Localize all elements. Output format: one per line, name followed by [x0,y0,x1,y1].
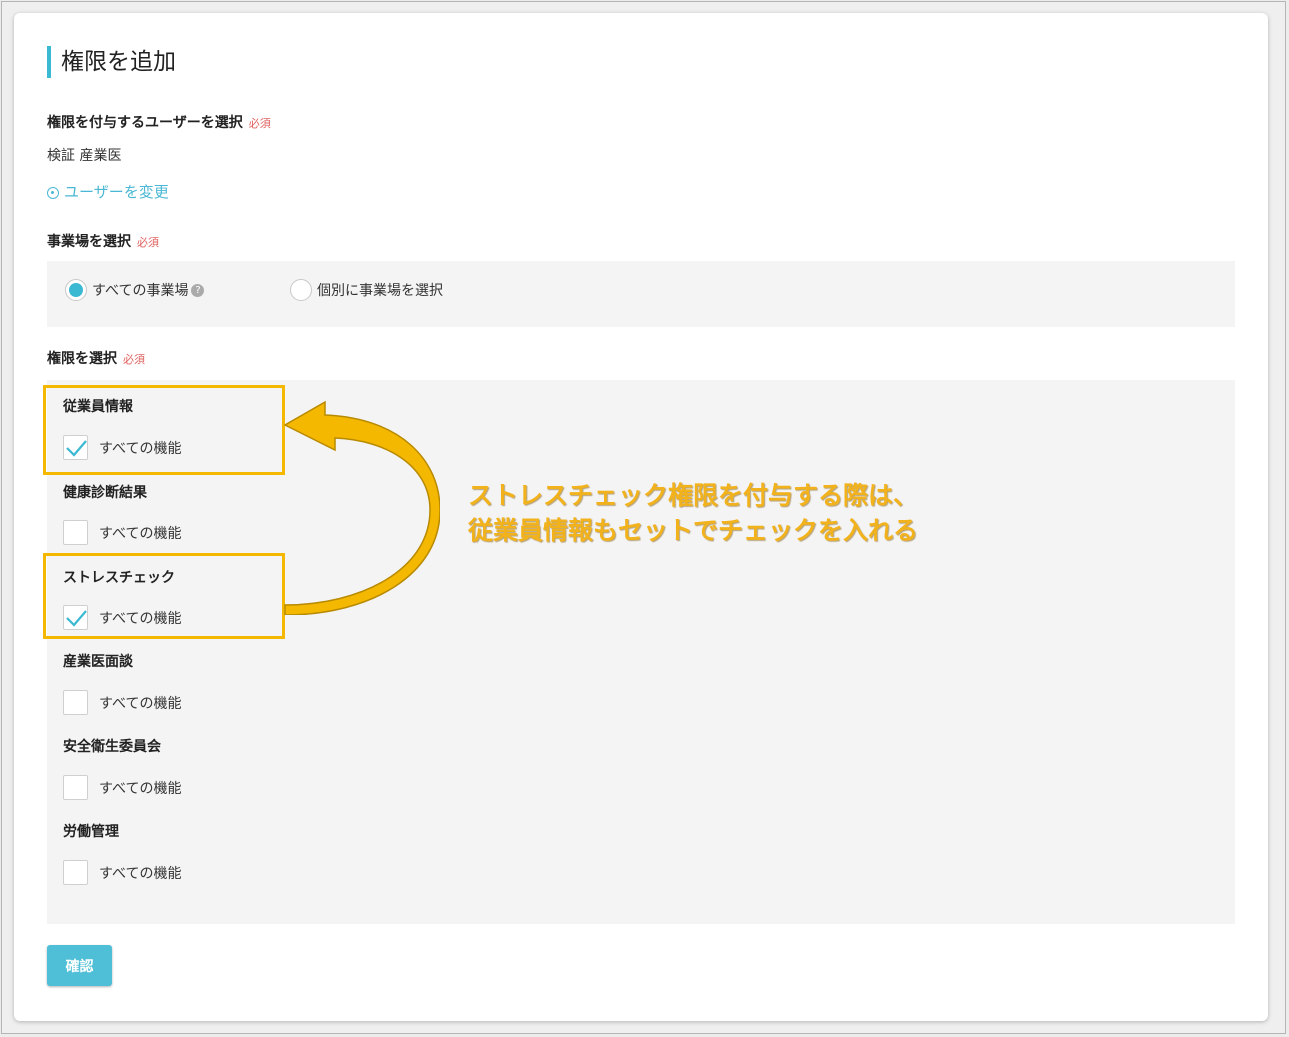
annotation-line-2: 従業員情報もセットでチェックを入れる [468,516,919,545]
required-badge: 必須 [248,117,271,130]
highlight-box-stress-check [43,553,285,639]
checkbox-empty-icon [63,520,88,545]
required-badge: 必須 [137,236,159,249]
checkbox-safety-committee[interactable]: すべての機能 [63,775,181,800]
page-title: 権限を追加 [47,46,176,78]
checkbox-labor-management[interactable]: すべての機能 [63,860,181,885]
annotation-line-1: ストレスチェック権限を付与する際は、 [468,481,919,510]
checkbox-health-checkup[interactable]: すべての機能 [63,520,181,545]
change-user-link[interactable]: ユーザーを変更 [47,181,169,202]
user-section-label: 権限を付与するユーザーを選択 必須 [47,112,271,132]
checkbox-empty-icon [63,690,88,715]
site-section-label-text: 事業場を選択 [47,234,131,250]
checkbox-label: すべての機能 [99,525,182,542]
radio-individual-sites-label: 個別に事業場を選択 [317,283,443,299]
permission-section-label: 権限を選択 必須 [47,348,145,368]
checkbox-empty-icon [63,775,88,800]
checkbox-empty-icon [63,860,88,885]
checkbox-label: すべての機能 [99,695,182,712]
curved-arrow-icon [283,400,440,615]
category-safety-committee: 安全衛生委員会 [63,739,161,755]
category-labor-management: 労働管理 [63,824,119,840]
highlight-box-employee-info [43,385,285,475]
annotation-callout: ストレスチェック権限を付与する際は、 従業員情報もセットでチェックを入れる [468,478,918,548]
plus-circle-icon [47,186,59,199]
checkbox-physician-interview[interactable]: すべての機能 [63,690,181,715]
user-section-label-text: 権限を付与するユーザーを選択 [47,115,243,131]
radio-selected-icon [65,279,87,301]
site-options-panel [47,261,1235,327]
confirm-button[interactable]: 確認 [47,945,112,986]
selected-user: 検証 産業医 [47,148,122,164]
help-icon[interactable]: ? [191,283,205,297]
radio-all-sites[interactable]: すべての事業場 ? [65,279,205,301]
required-badge: 必須 [123,353,145,366]
checkbox-label: すべての機能 [99,865,182,882]
radio-unselected-icon [290,279,312,301]
site-section-label: 事業場を選択 必須 [47,231,159,251]
change-user-link-text: ユーザーを変更 [64,183,169,201]
permission-section-label-text: 権限を選択 [47,351,117,367]
radio-all-sites-label: すべての事業場 [92,283,189,299]
checkbox-label: すべての機能 [99,780,182,797]
category-health-checkup: 健康診断結果 [63,485,147,501]
radio-individual-sites[interactable]: 個別に事業場を選択 [290,279,443,301]
category-physician-interview: 産業医面談 [63,654,133,670]
